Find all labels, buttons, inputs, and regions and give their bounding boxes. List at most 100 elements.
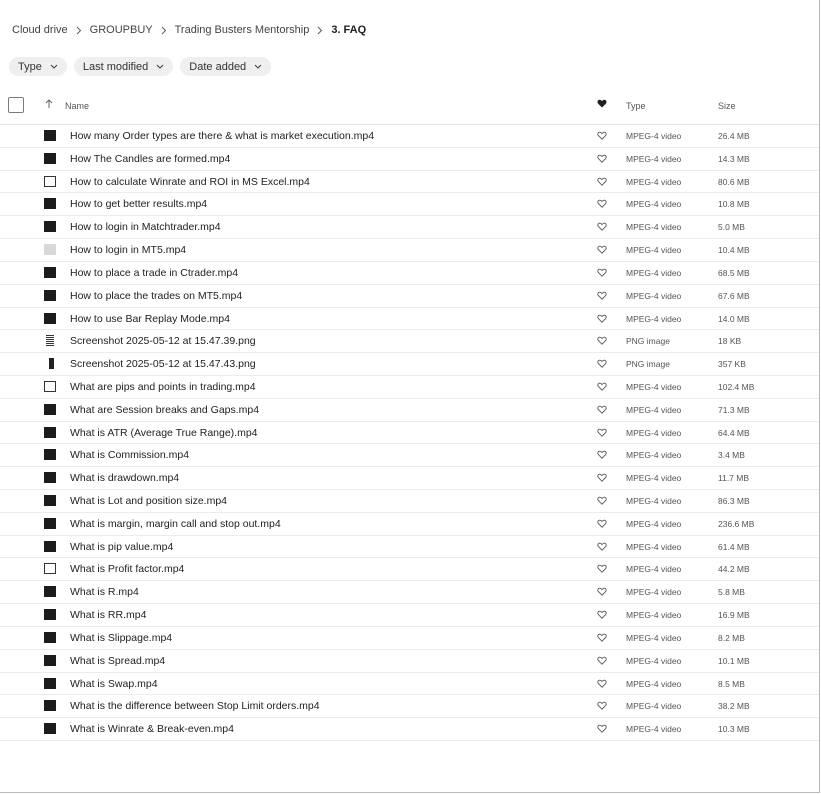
breadcrumb-item-cloud-drive[interactable]: Cloud drive	[12, 24, 68, 36]
file-name[interactable]: What is pip value.mp4	[70, 541, 173, 553]
file-type: MPEG-4 video	[626, 153, 682, 164]
heart-icon[interactable]	[597, 633, 607, 642]
file-name[interactable]: What is ATR (Average True Range).mp4	[70, 427, 258, 439]
heart-icon[interactable]	[597, 199, 607, 209]
heart-icon[interactable]	[597, 428, 607, 437]
file-row[interactable]: How to login in Matchtrader.mp4 MPEG-4 vi…	[0, 216, 819, 240]
column-header-type[interactable]: Type	[626, 101, 646, 111]
file-name[interactable]: How to place a trade in Ctrader.mp4	[70, 267, 238, 279]
file-name[interactable]: How The Candles are formed.mp4	[70, 153, 230, 165]
heart-icon[interactable]	[597, 314, 607, 323]
file-row[interactable]: What is RR.mp4 MPEG-4 video 16.9 MB	[0, 604, 819, 627]
select-all-checkbox[interactable]	[8, 97, 24, 113]
column-header-size[interactable]: Size	[718, 101, 736, 111]
file-row[interactable]: What is Swap.mp4 MPEG-4 video 8.5 MB	[0, 673, 819, 696]
file-name[interactable]: What is Swap.mp4	[70, 678, 158, 690]
file-row[interactable]: How to place a trade in Ctrader.mp4 MPEG-…	[0, 262, 819, 285]
file-row[interactable]: What is margin, margin call and stop out…	[0, 513, 819, 536]
file-row[interactable]: What are pips and points in trading.mp4 M…	[0, 376, 819, 399]
file-name[interactable]: What is R.mp4	[70, 586, 139, 598]
file-row[interactable]: What is drawdown.mp4 MPEG-4 video 11.7 MB	[0, 467, 819, 490]
file-name[interactable]: What is RR.mp4	[70, 609, 146, 621]
file-row[interactable]: What is Lot and position size.mp4 MPEG-4 …	[0, 490, 819, 513]
file-name[interactable]: What is Commission.mp4	[70, 449, 189, 461]
heart-icon[interactable]	[597, 177, 607, 186]
heart-icon[interactable]	[597, 564, 607, 574]
file-type: PNG image	[626, 336, 670, 347]
heart-icon[interactable]	[597, 222, 607, 232]
file-size: 357 KB	[718, 359, 746, 370]
file-name[interactable]: What is Slippage.mp4	[70, 632, 172, 644]
file-row[interactable]: What is Spread.mp4 MPEG-4 video 10.1 MB	[0, 650, 819, 673]
file-name[interactable]: How to login in Matchtrader.mp4	[70, 221, 221, 233]
file-list: How many Order types are there & what is…	[0, 125, 819, 741]
chevron-down-icon	[156, 64, 164, 69]
breadcrumb-item-groupbuy[interactable]: GROUPBUY	[90, 24, 153, 36]
file-name[interactable]: What are Session breaks and Gaps.mp4	[70, 404, 259, 416]
heart-icon[interactable]	[597, 382, 607, 391]
filter-type-button[interactable]: Type	[9, 57, 67, 76]
file-row[interactable]: Screenshot 2025-05-12 at 15.47.43.png PNG…	[0, 353, 819, 376]
heart-icon[interactable]	[597, 336, 607, 346]
heart-icon[interactable]	[597, 656, 607, 665]
heart-icon[interactable]	[597, 291, 607, 300]
file-row[interactable]: How many Order types are there & what is…	[0, 125, 819, 148]
heart-icon[interactable]	[597, 131, 607, 140]
file-row[interactable]: What is pip value.mp4 MPEG-4 video 61.4 MB	[0, 536, 819, 559]
file-name[interactable]: What is Winrate & Break-even.mp4	[70, 723, 234, 735]
file-name[interactable]: How to place the trades on MT5.mp4	[70, 290, 242, 302]
file-row[interactable]: How to use Bar Replay Mode.mp4 MPEG-4 vid…	[0, 308, 819, 331]
heart-icon[interactable]	[597, 154, 607, 163]
file-name[interactable]: Screenshot 2025-05-12 at 15.47.39.png	[70, 335, 256, 347]
filter-date-added-button[interactable]: Date added	[180, 57, 272, 76]
breadcrumb-item-trading-busters[interactable]: Trading Busters Mentorship	[175, 24, 310, 36]
heart-icon[interactable]	[597, 519, 607, 528]
heart-icon[interactable]	[597, 359, 607, 368]
heart-filled-icon[interactable]	[597, 99, 607, 108]
heart-icon[interactable]	[597, 724, 607, 733]
file-type: MPEG-4 video	[626, 290, 682, 301]
sort-ascending-icon[interactable]	[45, 99, 53, 109]
file-row[interactable]: What is Profit factor.mp4 MPEG-4 video 44.…	[0, 558, 819, 582]
file-name[interactable]: What is margin, margin call and stop out…	[70, 518, 281, 530]
file-row[interactable]: What is R.mp4 MPEG-4 video 5.8 MB	[0, 581, 819, 605]
column-header-name[interactable]: Name	[65, 101, 89, 111]
file-row[interactable]: How to get better results.mp4 MPEG-4 vide…	[0, 193, 819, 217]
file-name[interactable]: What is drawdown.mp4	[70, 472, 179, 484]
file-row[interactable]: What is Commission.mp4 MPEG-4 video 3.4 MB	[0, 444, 819, 468]
heart-icon[interactable]	[597, 679, 607, 688]
file-row[interactable]: How to calculate Winrate and ROI in MS E…	[0, 171, 819, 194]
file-row[interactable]: What is ATR (Average True Range).mp4 MPEG…	[0, 422, 819, 445]
heart-icon[interactable]	[597, 405, 607, 414]
file-name[interactable]: How to get better results.mp4	[70, 198, 207, 210]
file-name[interactable]: What is Lot and position size.mp4	[70, 495, 227, 507]
file-name[interactable]: How to calculate Winrate and ROI in MS E…	[70, 176, 310, 188]
heart-icon[interactable]	[597, 496, 607, 505]
file-name[interactable]: How to login in MT5.mp4	[70, 244, 186, 256]
file-name[interactable]: What are pips and points in trading.mp4	[70, 381, 256, 393]
file-row[interactable]: What is Slippage.mp4 MPEG-4 video 8.2 MB	[0, 627, 819, 650]
heart-icon[interactable]	[597, 610, 607, 619]
filter-last-modified-button[interactable]: Last modified	[73, 57, 174, 76]
file-row[interactable]: What are Session breaks and Gaps.mp4 MPEG…	[0, 399, 819, 422]
heart-icon[interactable]	[597, 587, 607, 597]
file-name[interactable]: What is the difference between Stop Limi…	[70, 700, 320, 712]
heart-icon[interactable]	[597, 701, 607, 711]
heart-icon[interactable]	[597, 542, 607, 551]
file-row[interactable]: What is the difference between Stop Limi…	[0, 695, 819, 719]
file-row[interactable]: What is Winrate & Break-even.mp4 MPEG-4 v…	[0, 718, 819, 741]
file-row[interactable]: How The Candles are formed.mp4 MPEG-4 vid…	[0, 148, 819, 171]
file-row[interactable]: Screenshot 2025-05-12 at 15.47.39.png PNG…	[0, 330, 819, 354]
file-name[interactable]: What is Spread.mp4	[70, 655, 165, 667]
heart-icon[interactable]	[597, 245, 607, 254]
file-row[interactable]: How to login in MT5.mp4 MPEG-4 video 10.4 …	[0, 239, 819, 262]
file-name[interactable]: Screenshot 2025-05-12 at 15.47.43.png	[70, 358, 256, 370]
file-row[interactable]: How to place the trades on MT5.mp4 MPEG-4…	[0, 285, 819, 308]
file-name[interactable]: How many Order types are there & what is…	[70, 130, 374, 142]
heart-icon[interactable]	[597, 473, 607, 483]
heart-icon[interactable]	[597, 450, 607, 460]
heart-icon[interactable]	[597, 268, 607, 277]
file-thumbnail	[44, 130, 56, 141]
file-name[interactable]: How to use Bar Replay Mode.mp4	[70, 313, 230, 325]
file-name[interactable]: What is Profit factor.mp4	[70, 563, 184, 575]
